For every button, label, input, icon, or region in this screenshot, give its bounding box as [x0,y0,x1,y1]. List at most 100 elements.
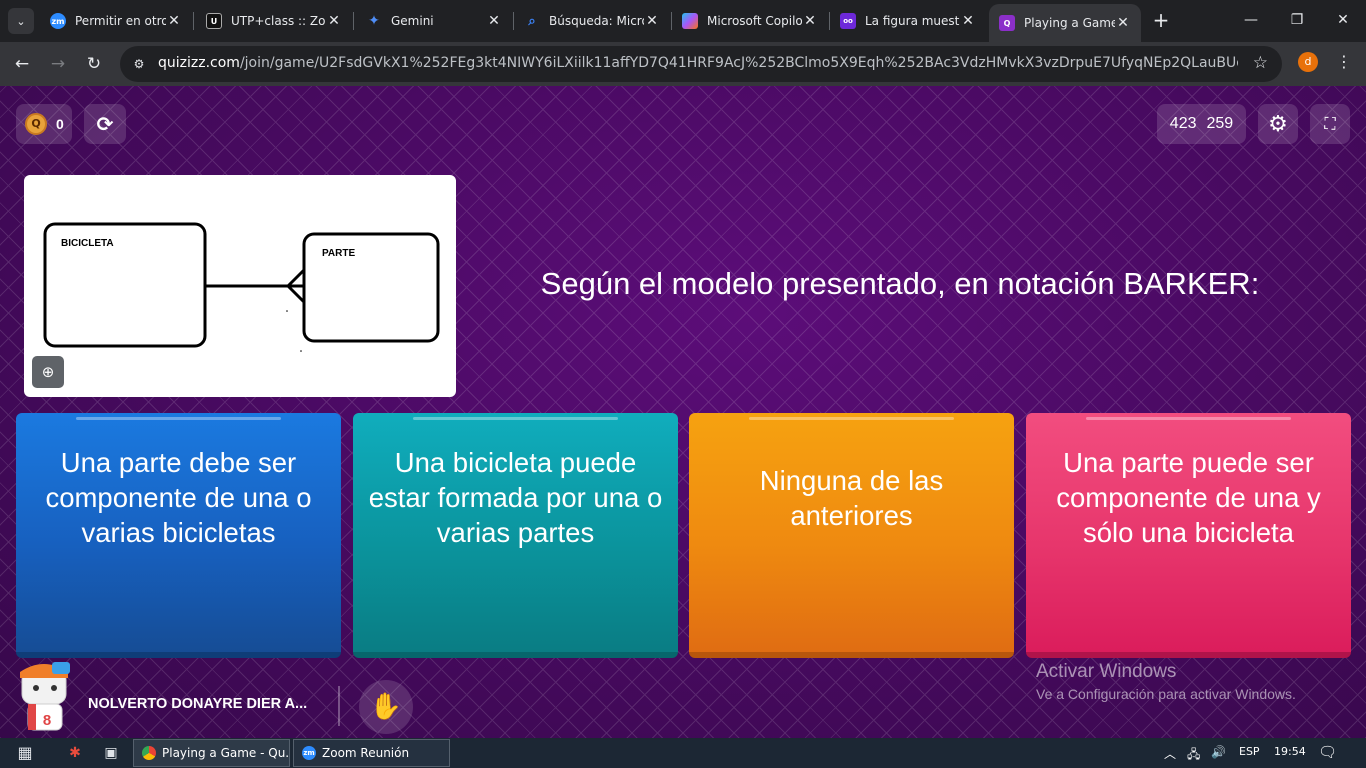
close-window-button[interactable]: ✕ [1332,9,1354,31]
reload-icon[interactable]: ↻ [82,52,106,76]
owl-icon: oo [840,13,856,29]
copilot-icon [682,13,698,29]
tab-close-icon[interactable]: ✕ [326,13,342,29]
language-indicator[interactable]: ESP [1239,745,1260,758]
url-host: quizizz.com [158,55,240,71]
player-avatar: 8 [20,662,70,731]
fullscreen-icon: ⛶ [1324,114,1336,133]
windows-taskbar: ▦ ✱ ▣ Playing a Game - Qu... zm Zoom Reu… [0,738,1366,768]
taskbar-chrome-task[interactable]: Playing a Game - Qu... [133,739,290,767]
watermark-title: Activar Windows [1036,661,1177,682]
tab-utp-class[interactable]: U UTP+class :: Zoo ✕ [196,4,352,38]
answer-option-3[interactable]: Ninguna de las anteriores [689,413,1014,658]
taskbar-task-label: Playing a Game - Qu... [162,746,290,760]
answer-option-2[interactable]: Una bicicleta puede estar formada por un… [353,413,678,658]
question-text: Según el modelo presentado, en notación … [540,266,1260,301]
tab-label: UTP+class :: Zoo [231,14,326,28]
answer-option-2-text: Una bicicleta puede estar formada por un… [368,447,663,548]
url-text[interactable]: quizizz.com/join/game/U2FsdGVkX1%252FEg3… [158,55,1238,73]
tab-close-icon[interactable]: ✕ [802,13,818,29]
tab-close-icon[interactable]: ✕ [166,13,182,29]
notifications-icon[interactable]: 🗨 [1318,743,1337,761]
watermark-subtitle: Ve a Configuración para activar Windows. [1036,686,1296,702]
new-tab-button[interactable]: + [1150,9,1172,31]
search-icon: ⌕ [528,13,536,29]
divider [338,686,340,726]
taskview-icon[interactable]: ▣ [100,743,122,763]
answer-option-1-text: Una parte debe ser componente de una o v… [45,447,312,548]
zoom-icon: zm [302,746,316,760]
tab-close-icon[interactable]: ✕ [486,13,502,29]
tab-playing-a-game[interactable]: Q Playing a Game ✕ [989,4,1141,42]
tab-label: Playing a Game [1024,16,1115,30]
crows-foot-lower [286,284,306,304]
tab-close-icon[interactable]: ✕ [1115,15,1131,31]
tab-close-icon[interactable]: ✕ [960,13,976,29]
network-icon[interactable]: 🖧 [1187,745,1200,766]
tab-copilot[interactable]: Microsoft Copilo ✕ [672,4,828,38]
taskbar-zoom-task[interactable]: zm Zoom Reunión [293,739,450,767]
quizizz-icon: Q [999,15,1015,31]
tab-label: La figura muestr [865,14,960,28]
fullscreen-button[interactable]: ⛶ [1310,104,1350,144]
entity-parte-label: PARTE [322,248,355,259]
browser-toolbar: ← → ↻ ⚙ quizizz.com/join/game/U2FsdGVkX1… [0,42,1366,86]
answer-option-4[interactable]: Una parte puede ser componente de una y … [1026,413,1351,658]
utp-icon: U [206,13,222,29]
answer-option-1[interactable]: Una parte debe ser componente de una o v… [16,413,341,658]
tab-label: Gemini [391,14,434,28]
browser-tabstrip: ⌄ zm Permitir en otros ✕ U UTP+class :: … [0,0,1366,42]
browser-menu-icon[interactable]: ⋮ [1336,52,1352,72]
windows-activation-watermark: Activar Windows Ve a Configuración para … [1036,661,1296,705]
tab-gemini[interactable]: ✦ Gemini ✕ [356,4,512,38]
taskbar-task-label: Zoom Reunión [322,746,410,760]
chrome-icon [142,746,156,760]
game-code-part-1: 423 [1169,115,1197,132]
tab-label: Búsqueda: Micro [549,14,644,28]
gemini-icon: ✦ [368,13,380,29]
tray-chevron-icon[interactable]: ︿ [1164,745,1176,762]
coins-counter: Q 0 [16,104,72,144]
tab-label: Microsoft Copilo [707,14,802,28]
quiz-page: Q 0 ⟳ 423 259 ⚙ ⛶ BICICLETA PARTE ⊕ Segú… [0,86,1366,738]
minimize-button[interactable]: — [1240,9,1262,31]
game-code-part-2: 259 [1206,115,1234,132]
clock[interactable]: 19:54 [1274,745,1306,758]
avatar-number: 8 [43,712,51,729]
game-code: 423 259 [1157,104,1246,144]
barker-diagram: BICICLETA PARTE [43,222,440,352]
zoom-in-icon: ⊕ [41,363,55,381]
tab-search-menu-button[interactable]: ⌄ [8,8,34,34]
player-name: NOLVERTO DONAYRE DIER A... [88,696,308,712]
settings-button[interactable]: ⚙ [1258,104,1298,144]
app-icon[interactable]: ✱ [64,743,86,763]
tab-close-icon[interactable]: ✕ [644,13,660,29]
bookmark-star-icon[interactable]: ☆ [1253,53,1268,73]
answer-option-4-text: Una parte puede ser componente de una y … [1056,447,1321,548]
tab-label: Permitir en otros [75,14,166,28]
url-path: /join/game/U2FsdGVkX1%252FEg3kt4NIWY6iLX… [239,55,1238,71]
profile-avatar[interactable]: d [1298,52,1318,72]
start-grid-icon[interactable]: ▦ [14,743,36,763]
tab-busqueda[interactable]: ⌕ Búsqueda: Micro ✕ [514,4,670,38]
coins-count: 0 [56,116,64,132]
restore-button[interactable]: ❐ [1286,9,1308,31]
hand-icon: ✋ [369,692,403,722]
site-settings-icon[interactable]: ⚙ [130,55,148,73]
gear-icon: ⚙ [1268,111,1288,137]
answer-option-3-text: Ninguna de las anteriores [759,464,944,531]
volume-icon[interactable]: 🔊 [1211,745,1226,759]
crows-foot-upper [286,268,306,288]
refresh-button[interactable]: ⟳ [84,104,126,144]
refresh-icon: ⟳ [96,112,114,136]
tab-permitir[interactable]: zm Permitir en otros ✕ [40,4,192,38]
back-arrow-icon[interactable]: ← [10,52,34,76]
zoom-image-button[interactable]: ⊕ [32,356,64,388]
coin-icon: Q [25,113,47,135]
zoom-icon: zm [50,13,66,29]
tab-la-figura[interactable]: oo La figura muestr ✕ [830,4,986,38]
raise-hand-button[interactable]: ✋ [359,680,413,734]
entity-bicicleta-label: BICICLETA [61,238,114,249]
forward-arrow-icon[interactable]: → [46,52,70,76]
address-bar[interactable]: ⚙ quizizz.com/join/game/U2FsdGVkX1%252FE… [120,46,1282,82]
